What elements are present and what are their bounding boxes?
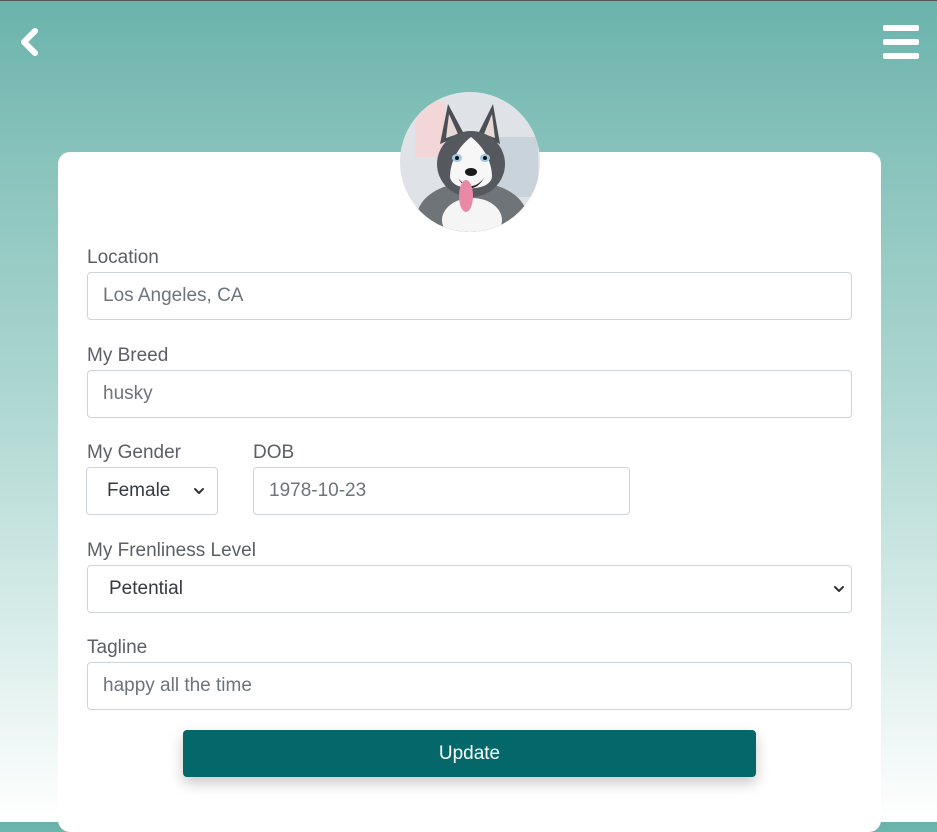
friendliness-label: My Frenliness Level (87, 540, 256, 561)
location-label: Location (87, 247, 159, 268)
location-input[interactable] (87, 272, 852, 320)
avatar (400, 92, 540, 232)
friendliness-select[interactable]: Petential (87, 565, 852, 613)
tagline-label: Tagline (87, 637, 148, 658)
husky-photo (400, 92, 540, 232)
gender-select[interactable]: Female (86, 467, 218, 515)
breed-input[interactable] (87, 370, 852, 418)
tagline-input[interactable] (87, 662, 852, 710)
menu-bar (883, 39, 919, 45)
chevron-down-icon (194, 488, 204, 494)
hamburger-menu-button[interactable] (883, 25, 919, 59)
breed-label: My Breed (87, 345, 169, 366)
back-button[interactable] (16, 27, 42, 57)
dob-input[interactable] (253, 467, 630, 515)
friendliness-selected-value: Petential (109, 578, 183, 599)
chevron-left-icon (21, 28, 38, 56)
menu-bar (883, 53, 919, 59)
chevron-down-icon (834, 586, 844, 592)
gender-selected-value: Female (107, 480, 171, 501)
dob-label: DOB (253, 442, 295, 463)
update-button[interactable]: Update (183, 730, 756, 777)
gender-label: My Gender (87, 442, 181, 463)
menu-bar (883, 25, 919, 31)
